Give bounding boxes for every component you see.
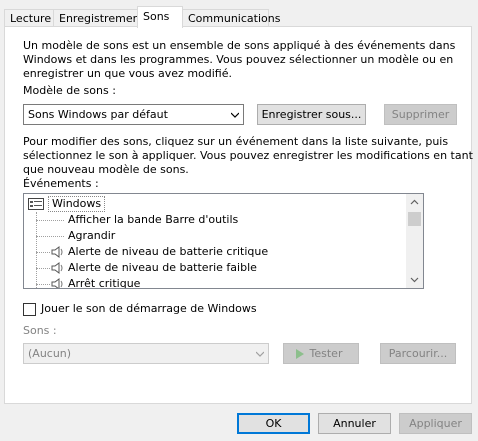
instruction-text-line-3: que nouveau modèle de sons. xyxy=(23,163,189,176)
tab-label: Lecture xyxy=(10,12,52,25)
tree-guide-line xyxy=(36,212,37,288)
ok-button[interactable]: OK xyxy=(237,413,310,434)
tab-label: Sons xyxy=(143,10,170,23)
list-item-label: Windows xyxy=(48,196,106,212)
intro-text-line-3: enregistrer un que vous avez modifié. xyxy=(23,67,232,80)
sound-scheme-value: Sons Windows par défaut xyxy=(28,108,168,121)
play-icon xyxy=(296,349,304,359)
tree-branch xyxy=(36,268,50,269)
speaker-icon xyxy=(51,278,63,288)
tree-branch xyxy=(36,252,50,253)
chevron-down-icon xyxy=(410,277,419,283)
chevron-down-icon xyxy=(256,351,264,357)
sound-scheme-select[interactable]: Sons Windows par défaut xyxy=(23,104,244,125)
tree-branch xyxy=(36,236,64,237)
apply-button[interactable]: Appliquer xyxy=(399,413,472,434)
tab-sons[interactable]: Sons xyxy=(137,6,183,28)
sounds-label: Sons : xyxy=(23,324,57,337)
tree-branch xyxy=(36,220,64,221)
tab-label: Enregistrement xyxy=(59,12,144,25)
list-item-label: Afficher la bande Barre d'outils xyxy=(68,213,239,226)
delete-button[interactable]: Supprimer xyxy=(384,104,457,125)
chevron-up-icon xyxy=(410,199,419,205)
scroll-down-button[interactable] xyxy=(406,271,423,288)
list-item-label: Arrêt critique xyxy=(68,277,141,289)
startup-sound-checkbox[interactable] xyxy=(23,303,36,316)
save-as-button[interactable]: Enregistrer sous... xyxy=(257,104,366,125)
chevron-down-icon xyxy=(231,112,239,118)
browse-button[interactable]: Parcourir... xyxy=(380,343,456,364)
speaker-icon xyxy=(51,246,63,258)
list-item-label: Alerte de niveau de batterie critique xyxy=(68,245,269,258)
intro-text-line-1: Un modèle de sons est un ensemble de son… xyxy=(23,39,456,52)
intro-text-line-2: Windows et dans les programmes. Vous pou… xyxy=(23,53,454,66)
cancel-button[interactable]: Annuler xyxy=(318,413,391,434)
speaker-icon xyxy=(51,262,63,274)
events-label: Événements : xyxy=(23,177,99,190)
test-button[interactable]: Tester xyxy=(283,343,359,364)
test-button-label: Tester xyxy=(309,347,343,360)
windows-folder-icon xyxy=(28,198,44,210)
startup-sound-label: Jouer le son de démarrage de Windows xyxy=(41,302,257,315)
list-item-label: Agrandir xyxy=(68,229,116,242)
scheme-label: Modèle de sons : xyxy=(23,84,116,97)
scroll-up-button[interactable] xyxy=(406,194,423,211)
tab-label: Communications xyxy=(188,12,281,25)
tree-branch xyxy=(36,284,50,285)
scroll-thumb[interactable] xyxy=(408,212,421,226)
instruction-text-line-2: sélectionnez le son à appliquer. Vous po… xyxy=(23,149,473,162)
list-item-label: Alerte de niveau de batterie faible xyxy=(68,261,257,274)
sound-select[interactable]: (Aucun) xyxy=(23,343,269,364)
events-scrollbar[interactable] xyxy=(406,194,423,288)
sound-value: (Aucun) xyxy=(28,347,72,360)
instruction-text-line-1: Pour modifier des sons, cliquez sur un é… xyxy=(23,135,449,148)
events-list[interactable]: Windows Afficher la bande Barre d'outils… xyxy=(23,193,424,289)
